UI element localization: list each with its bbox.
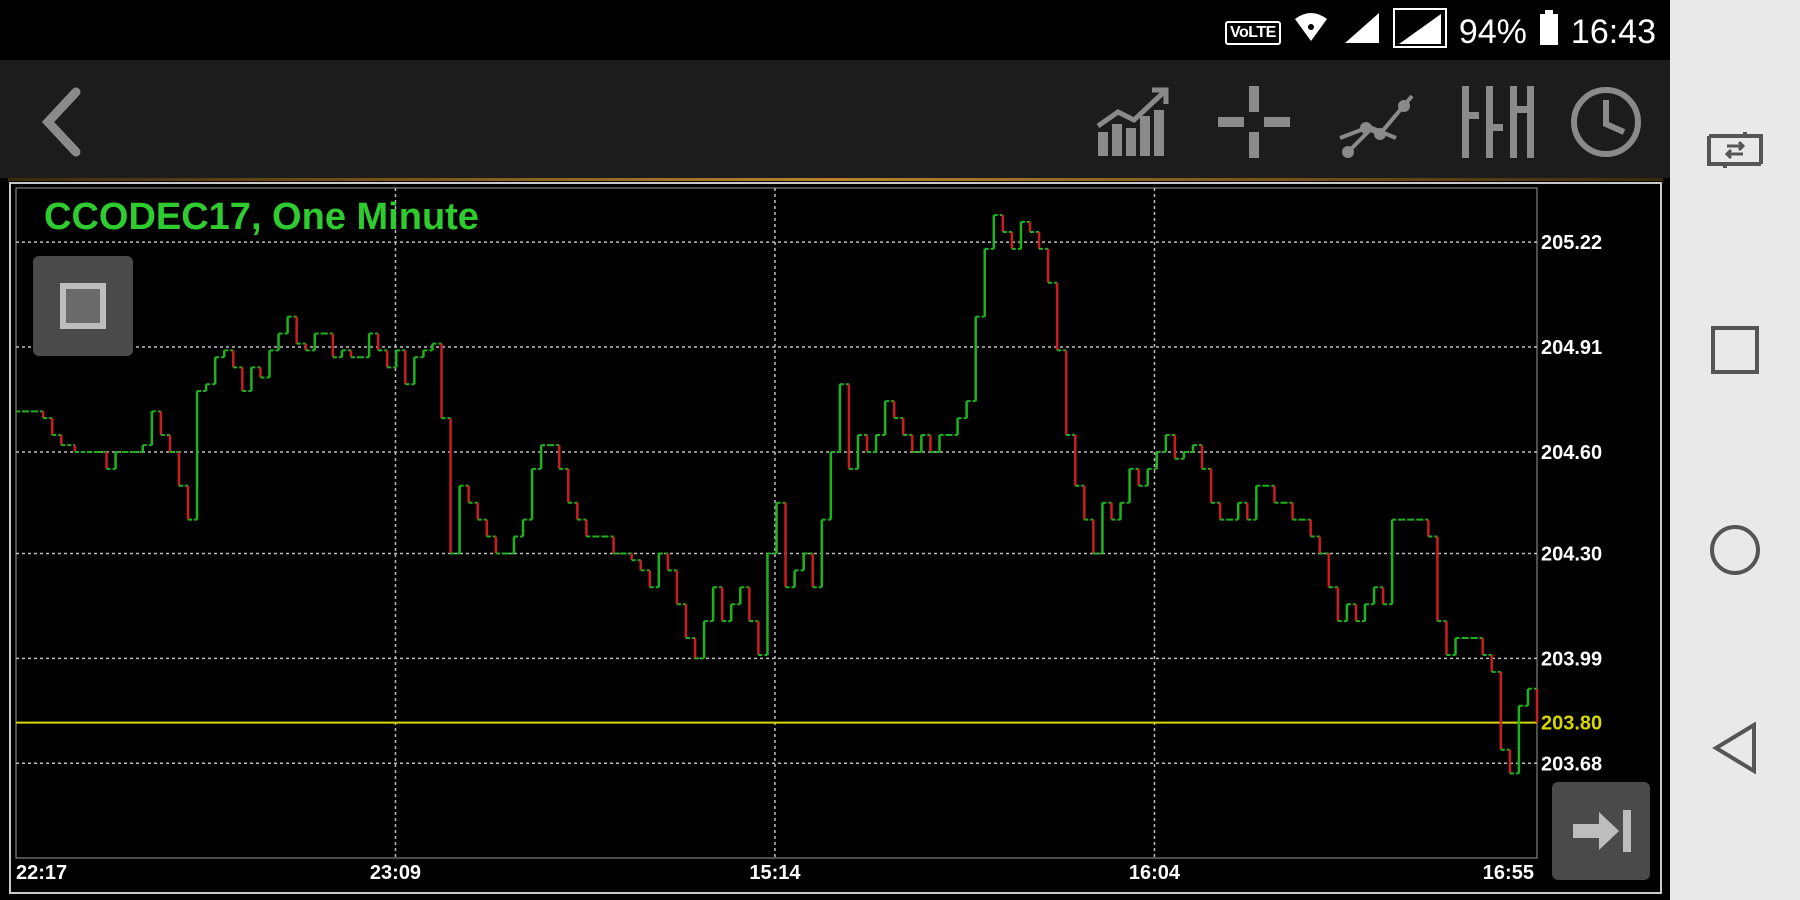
screen-switch-button[interactable] [1705,120,1765,180]
y-tick-label: 203.99 [1541,648,1602,670]
square-icon [60,283,106,329]
chart-toggle-button[interactable] [33,256,133,356]
home-button[interactable] [1705,520,1765,580]
recents-square-icon [1711,326,1759,374]
screen-switch-icon [1707,132,1763,168]
x-tick-label: 16:55 [1483,862,1534,884]
jump-to-end-icon [1573,810,1631,852]
y-tick-label: 204.91 [1541,337,1602,359]
y-tick-label: 205.22 [1541,232,1602,254]
last-price-label: 203.80 [1541,713,1602,735]
recents-button[interactable] [1705,320,1765,380]
x-tick-label: 16:04 [1129,862,1181,884]
back-nav-button[interactable] [1705,718,1765,778]
y-tick-label: 203.68 [1541,753,1602,775]
home-circle-icon [1710,525,1760,575]
system-nav-bar [1670,0,1800,900]
x-tick-label: 15:14 [749,862,801,884]
y-tick-label: 204.60 [1541,442,1602,464]
price-chart[interactable]: 205.22 204.91 204.60 204.30 203.99 203.68 22:1… [0,0,1800,900]
x-tick-label: 22:17 [16,862,67,884]
x-tick-label: 23:09 [370,862,421,884]
chart-title: CCODEC17, One Minute [44,196,479,238]
y-tick-label: 204.30 [1541,543,1602,565]
back-triangle-icon [1712,721,1756,775]
jump-to-latest-button[interactable] [1552,782,1650,880]
